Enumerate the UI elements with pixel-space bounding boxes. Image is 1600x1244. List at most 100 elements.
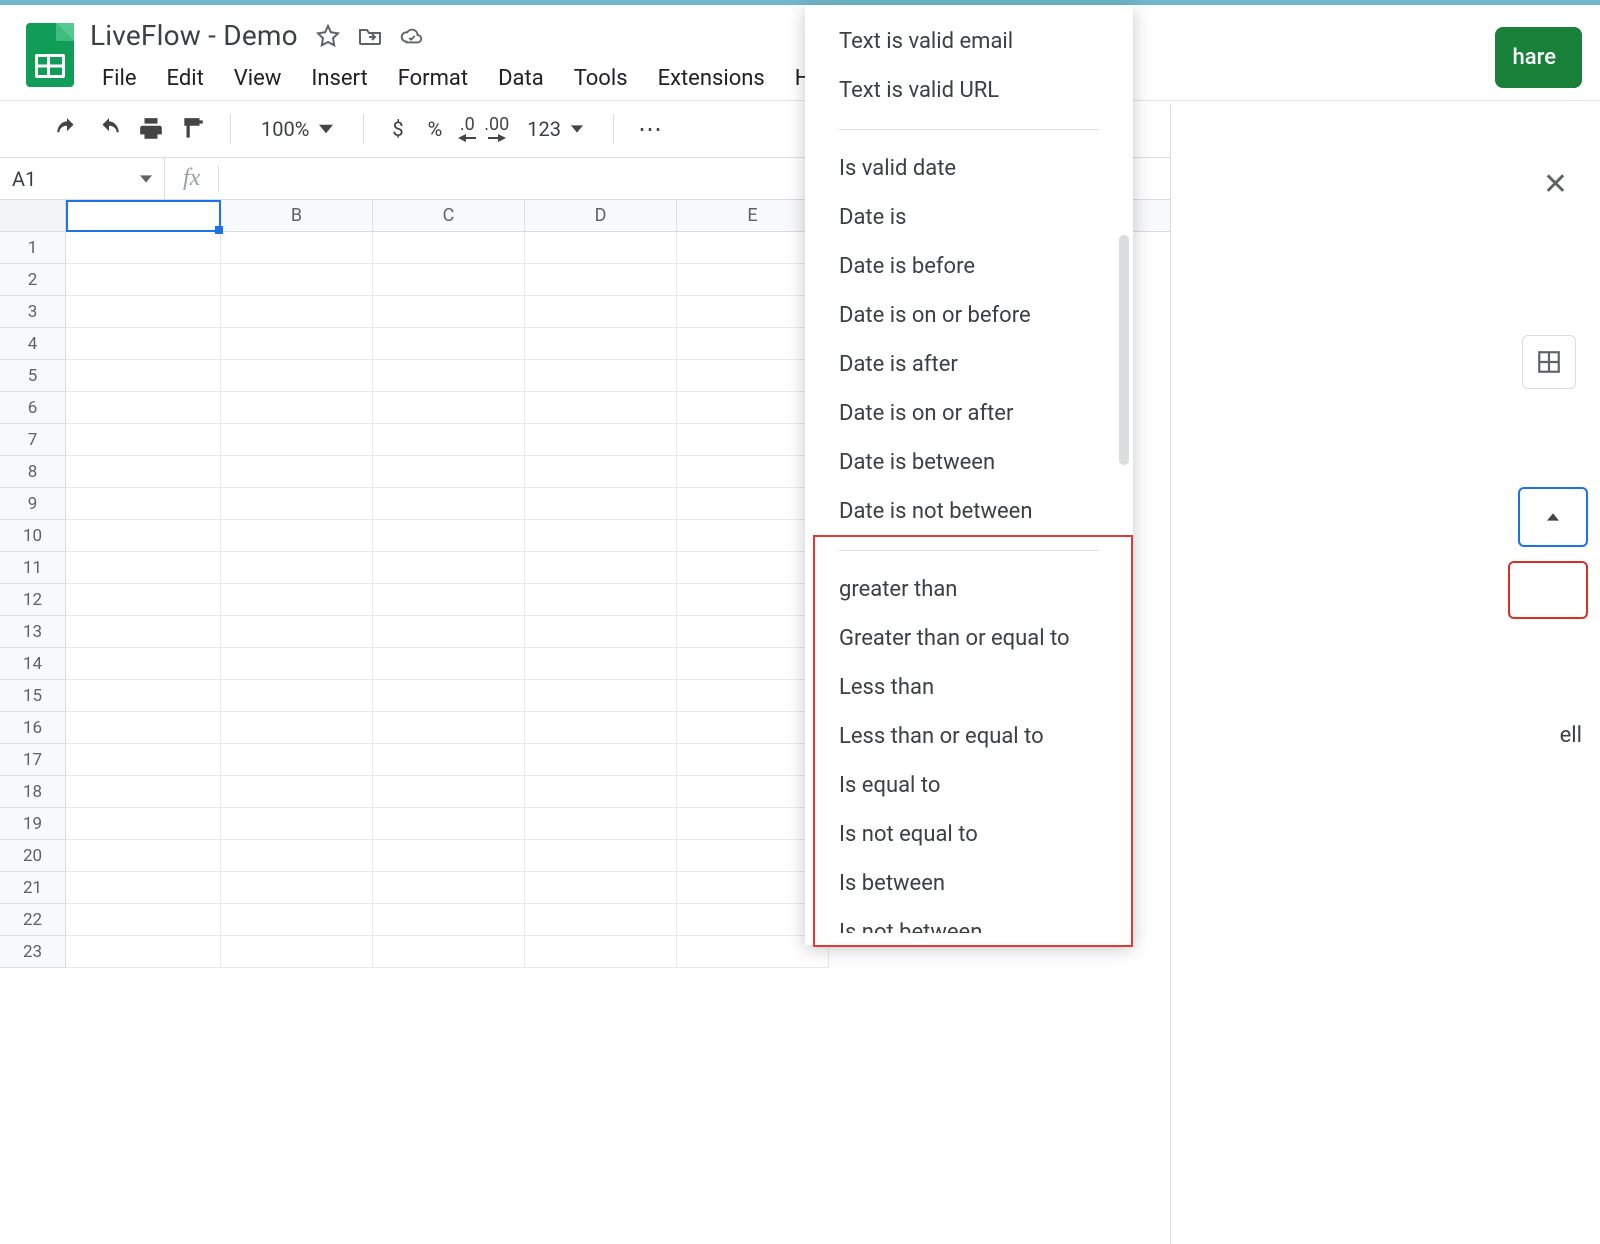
cloud-saved-icon[interactable] [400, 24, 424, 48]
cell[interactable] [221, 424, 373, 456]
dropdown-option[interactable]: Date is [805, 193, 1133, 242]
menu-tools[interactable]: Tools [562, 60, 640, 97]
cell[interactable] [66, 360, 221, 392]
cell[interactable] [221, 456, 373, 488]
column-header[interactable]: B [221, 200, 373, 231]
cell[interactable] [373, 872, 525, 904]
cell[interactable] [525, 648, 677, 680]
cell[interactable] [373, 744, 525, 776]
select-all-corner[interactable] [0, 200, 66, 231]
star-icon[interactable] [316, 24, 340, 48]
cell[interactable] [66, 520, 221, 552]
cell[interactable] [525, 520, 677, 552]
share-button[interactable]: hare [1495, 27, 1582, 88]
dropdown-option[interactable]: Date is after [805, 340, 1133, 389]
active-cell[interactable] [66, 200, 221, 232]
cell[interactable] [221, 680, 373, 712]
dropdown-option[interactable]: Date is not between [805, 487, 1133, 536]
app-logo[interactable] [20, 15, 80, 95]
format-currency-button[interactable]: $ [384, 117, 411, 141]
cell[interactable] [525, 488, 677, 520]
cell[interactable] [221, 712, 373, 744]
move-to-folder-icon[interactable] [358, 24, 382, 48]
menu-view[interactable]: View [222, 60, 294, 97]
cell[interactable] [66, 776, 221, 808]
dropdown-option[interactable]: Text is valid email [805, 17, 1133, 66]
cell[interactable] [221, 744, 373, 776]
menu-file[interactable]: File [90, 60, 149, 97]
cell[interactable] [221, 552, 373, 584]
cell[interactable] [373, 264, 525, 296]
row-header[interactable]: 20 [0, 840, 66, 872]
column-header[interactable]: D [525, 200, 677, 231]
cell[interactable] [373, 616, 525, 648]
cell[interactable] [373, 904, 525, 936]
row-header[interactable]: 14 [0, 648, 66, 680]
cell[interactable] [373, 232, 525, 264]
row-header[interactable]: 19 [0, 808, 66, 840]
row-header[interactable]: 21 [0, 872, 66, 904]
cell[interactable] [373, 808, 525, 840]
cell[interactable] [221, 840, 373, 872]
row-header[interactable]: 10 [0, 520, 66, 552]
cell[interactable] [221, 520, 373, 552]
cell[interactable] [525, 360, 677, 392]
format-percent-button[interactable]: % [420, 117, 451, 141]
cell[interactable] [373, 648, 525, 680]
cell[interactable] [525, 712, 677, 744]
criteria-value-input[interactable] [1508, 561, 1588, 619]
cell[interactable] [221, 776, 373, 808]
cell[interactable] [66, 584, 221, 616]
dropdown-option[interactable]: Date is before [805, 242, 1133, 291]
cell[interactable] [525, 232, 677, 264]
cell[interactable] [373, 680, 525, 712]
cell[interactable] [66, 840, 221, 872]
row-header[interactable]: 15 [0, 680, 66, 712]
decrease-decimal-button[interactable]: .0 [458, 112, 476, 146]
row-header[interactable]: 3 [0, 296, 66, 328]
cell[interactable] [66, 872, 221, 904]
cell[interactable] [66, 232, 221, 264]
dropdown-option[interactable]: Date is on or before [805, 291, 1133, 340]
cell[interactable] [525, 936, 677, 968]
row-header[interactable]: 6 [0, 392, 66, 424]
name-box[interactable]: A1 [0, 158, 165, 199]
row-header[interactable]: 16 [0, 712, 66, 744]
cell[interactable] [66, 456, 221, 488]
row-header[interactable]: 4 [0, 328, 66, 360]
cell[interactable] [66, 680, 221, 712]
grid-view-toggle[interactable] [1522, 335, 1576, 389]
cell[interactable] [221, 872, 373, 904]
row-header[interactable]: 23 [0, 936, 66, 968]
dropdown-option[interactable]: Date is between [805, 438, 1133, 487]
menu-edit[interactable]: Edit [155, 60, 216, 97]
more-toolbar-button[interactable]: ⋯ [634, 112, 668, 146]
cell[interactable] [221, 904, 373, 936]
cell[interactable] [525, 776, 677, 808]
row-header[interactable]: 13 [0, 616, 66, 648]
row-header[interactable]: 9 [0, 488, 66, 520]
cell[interactable] [66, 712, 221, 744]
cell[interactable] [221, 392, 373, 424]
column-header[interactable]: C [373, 200, 525, 231]
cell[interactable] [373, 488, 525, 520]
cell[interactable] [221, 936, 373, 968]
dropdown-option[interactable]: Is valid date [805, 144, 1133, 193]
cell[interactable] [221, 488, 373, 520]
cell[interactable] [525, 296, 677, 328]
more-formats-button[interactable]: 123 [517, 117, 593, 141]
cell[interactable] [66, 296, 221, 328]
dropdown-option[interactable]: Text is valid URL [805, 66, 1133, 115]
row-header[interactable]: 17 [0, 744, 66, 776]
cell[interactable] [221, 616, 373, 648]
print-button[interactable] [134, 112, 168, 146]
row-header[interactable]: 11 [0, 552, 66, 584]
cell[interactable] [221, 328, 373, 360]
undo-button[interactable] [50, 112, 84, 146]
row-header[interactable]: 12 [0, 584, 66, 616]
cell[interactable] [373, 712, 525, 744]
cell[interactable] [525, 424, 677, 456]
menu-format[interactable]: Format [386, 60, 480, 97]
row-header[interactable]: 1 [0, 232, 66, 264]
cell[interactable] [66, 936, 221, 968]
